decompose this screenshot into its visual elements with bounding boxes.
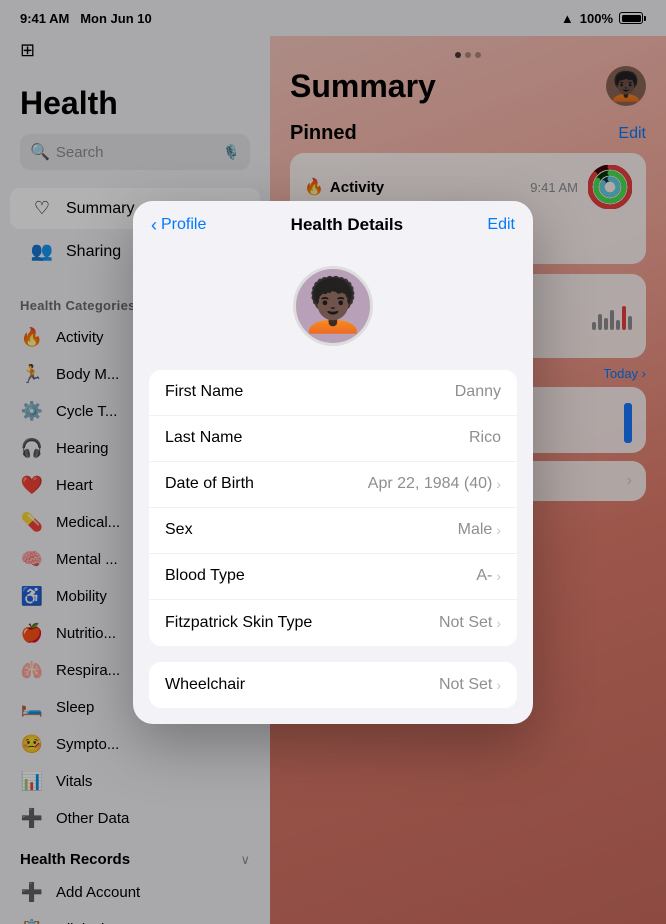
form-row-first-name: First Name Danny bbox=[149, 370, 517, 416]
first-name-label: First Name bbox=[165, 383, 243, 401]
form-row-blood-type[interactable]: Blood Type A- › bbox=[149, 554, 517, 600]
modal-form: First Name Danny Last Name Rico Date of … bbox=[149, 370, 517, 646]
wheelchair-label: Wheelchair bbox=[165, 676, 245, 694]
skin-type-chevron: › bbox=[496, 615, 501, 631]
form-row-last-name: Last Name Rico bbox=[149, 416, 517, 462]
modal-extra-form: Wheelchair Not Set › bbox=[149, 662, 517, 708]
form-row-skin-type[interactable]: Fitzpatrick Skin Type Not Set › bbox=[149, 600, 517, 646]
health-details-modal: ‹ Profile Health Details Edit 🧑🏿‍🦱 First… bbox=[133, 201, 533, 724]
dob-label: Date of Birth bbox=[165, 475, 254, 493]
sex-value: Male › bbox=[458, 521, 501, 539]
wheelchair-chevron: › bbox=[496, 677, 501, 693]
blood-type-value: A- › bbox=[476, 567, 501, 585]
modal-back-label: Profile bbox=[161, 216, 206, 234]
form-row-wheelchair[interactable]: Wheelchair Not Set › bbox=[149, 662, 517, 708]
modal-avatar-section: 🧑🏿‍🦱 bbox=[133, 246, 533, 370]
blood-type-label: Blood Type bbox=[165, 567, 245, 585]
first-name-value: Danny bbox=[455, 383, 501, 401]
modal-edit-button[interactable]: Edit bbox=[487, 216, 515, 234]
avatar-memoji: 🧑🏿‍🦱 bbox=[301, 275, 366, 336]
form-row-sex[interactable]: Sex Male › bbox=[149, 508, 517, 554]
skin-type-label: Fitzpatrick Skin Type bbox=[165, 614, 312, 632]
modal-overlay[interactable]: ‹ Profile Health Details Edit 🧑🏿‍🦱 First… bbox=[0, 0, 666, 924]
skin-type-value: Not Set › bbox=[439, 614, 501, 632]
back-chevron-icon: ‹ bbox=[151, 215, 157, 236]
modal-back-button[interactable]: ‹ Profile bbox=[151, 215, 206, 236]
dob-value: Apr 22, 1984 (40) › bbox=[368, 475, 501, 493]
last-name-label: Last Name bbox=[165, 429, 242, 447]
sex-chevron: › bbox=[496, 522, 501, 538]
blood-type-chevron: › bbox=[496, 568, 501, 584]
modal-nav: ‹ Profile Health Details Edit bbox=[133, 201, 533, 246]
sex-label: Sex bbox=[165, 521, 193, 539]
last-name-value: Rico bbox=[469, 429, 501, 447]
modal-avatar[interactable]: 🧑🏿‍🦱 bbox=[293, 266, 373, 346]
form-row-dob[interactable]: Date of Birth Apr 22, 1984 (40) › bbox=[149, 462, 517, 508]
wheelchair-value: Not Set › bbox=[439, 676, 501, 694]
dob-chevron: › bbox=[496, 476, 501, 492]
modal-title: Health Details bbox=[291, 215, 403, 235]
